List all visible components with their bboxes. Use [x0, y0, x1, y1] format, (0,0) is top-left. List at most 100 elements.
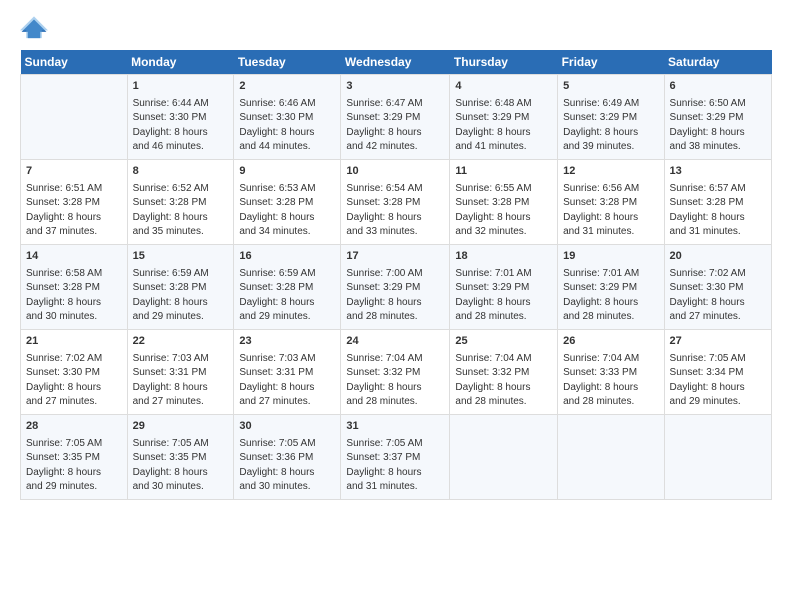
day-info-line: Sunrise: 6:55 AM — [455, 182, 552, 197]
header-sunday: Sunday — [21, 50, 128, 75]
day-info-line: Daylight: 8 hours — [346, 211, 444, 226]
day-number: 29 — [133, 419, 229, 435]
week-row-2: 7Sunrise: 6:51 AMSunset: 3:28 PMDaylight… — [21, 160, 772, 245]
day-number: 5 — [563, 79, 658, 95]
day-info-line: Sunrise: 6:52 AM — [133, 182, 229, 197]
day-info-line: Sunrise: 7:04 AM — [455, 352, 552, 367]
day-info-line: Sunset: 3:30 PM — [239, 111, 335, 126]
day-info-line: and 27 minutes. — [239, 395, 335, 410]
day-info-line: and 29 minutes. — [133, 310, 229, 325]
header-row: SundayMondayTuesdayWednesdayThursdayFrid… — [21, 50, 772, 75]
page-container: SundayMondayTuesdayWednesdayThursdayFrid… — [0, 0, 792, 510]
day-number: 13 — [670, 164, 766, 180]
week-row-1: 1Sunrise: 6:44 AMSunset: 3:30 PMDaylight… — [21, 75, 772, 160]
day-info-line: Sunrise: 6:47 AM — [346, 97, 444, 112]
calendar-cell: 29Sunrise: 7:05 AMSunset: 3:35 PMDayligh… — [127, 415, 234, 500]
calendar-cell: 27Sunrise: 7:05 AMSunset: 3:34 PMDayligh… — [664, 330, 771, 415]
day-info-line: and 31 minutes. — [346, 480, 444, 495]
calendar-cell: 4Sunrise: 6:48 AMSunset: 3:29 PMDaylight… — [450, 75, 558, 160]
calendar-cell: 31Sunrise: 7:05 AMSunset: 3:37 PMDayligh… — [341, 415, 450, 500]
day-info-line: Sunset: 3:35 PM — [133, 451, 229, 466]
calendar-cell: 14Sunrise: 6:58 AMSunset: 3:28 PMDayligh… — [21, 245, 128, 330]
day-info-line: Sunrise: 6:53 AM — [239, 182, 335, 197]
calendar-cell — [558, 415, 664, 500]
day-info-line: Daylight: 8 hours — [455, 126, 552, 141]
day-info-line: Daylight: 8 hours — [26, 466, 122, 481]
day-info-line: Sunrise: 7:01 AM — [455, 267, 552, 282]
day-info-line: Sunrise: 7:03 AM — [239, 352, 335, 367]
calendar-cell: 28Sunrise: 7:05 AMSunset: 3:35 PMDayligh… — [21, 415, 128, 500]
day-info-line: Sunset: 3:29 PM — [563, 111, 658, 126]
day-info-line: and 27 minutes. — [26, 395, 122, 410]
day-info-line: and 28 minutes. — [346, 395, 444, 410]
calendar-cell: 12Sunrise: 6:56 AMSunset: 3:28 PMDayligh… — [558, 160, 664, 245]
calendar-cell: 2Sunrise: 6:46 AMSunset: 3:30 PMDaylight… — [234, 75, 341, 160]
calendar-cell: 15Sunrise: 6:59 AMSunset: 3:28 PMDayligh… — [127, 245, 234, 330]
day-info-line: Sunrise: 6:58 AM — [26, 267, 122, 282]
day-number: 10 — [346, 164, 444, 180]
day-number: 24 — [346, 334, 444, 350]
day-number: 18 — [455, 249, 552, 265]
day-number: 2 — [239, 79, 335, 95]
day-number: 9 — [239, 164, 335, 180]
logo — [20, 16, 52, 40]
day-info-line: Sunset: 3:28 PM — [26, 281, 122, 296]
day-info-line: Sunrise: 7:02 AM — [26, 352, 122, 367]
day-info-line: Sunrise: 6:56 AM — [563, 182, 658, 197]
day-number: 23 — [239, 334, 335, 350]
day-number: 11 — [455, 164, 552, 180]
day-info-line: Sunset: 3:29 PM — [670, 111, 766, 126]
header-tuesday: Tuesday — [234, 50, 341, 75]
calendar-cell: 10Sunrise: 6:54 AMSunset: 3:28 PMDayligh… — [341, 160, 450, 245]
day-info-line: Sunset: 3:30 PM — [670, 281, 766, 296]
day-info-line: Daylight: 8 hours — [455, 211, 552, 226]
calendar-cell: 8Sunrise: 6:52 AMSunset: 3:28 PMDaylight… — [127, 160, 234, 245]
day-info-line: and 28 minutes. — [455, 310, 552, 325]
day-info-line: and 46 minutes. — [133, 140, 229, 155]
day-info-line: Sunset: 3:29 PM — [455, 111, 552, 126]
header — [20, 16, 772, 40]
day-info-line: Sunset: 3:31 PM — [133, 366, 229, 381]
day-info-line: and 35 minutes. — [133, 225, 229, 240]
day-info-line: Sunrise: 6:59 AM — [133, 267, 229, 282]
day-info-line: Daylight: 8 hours — [239, 381, 335, 396]
day-info-line: and 32 minutes. — [455, 225, 552, 240]
day-info-line: Daylight: 8 hours — [455, 381, 552, 396]
day-info-line: and 29 minutes. — [670, 395, 766, 410]
day-info-line: Daylight: 8 hours — [563, 211, 658, 226]
day-info-line: Daylight: 8 hours — [346, 466, 444, 481]
day-info-line: Sunset: 3:31 PM — [239, 366, 335, 381]
day-number: 20 — [670, 249, 766, 265]
day-info-line: Daylight: 8 hours — [455, 296, 552, 311]
day-info-line: Sunset: 3:28 PM — [239, 196, 335, 211]
day-info-line: Sunrise: 6:59 AM — [239, 267, 335, 282]
day-info-line: and 31 minutes. — [670, 225, 766, 240]
day-info-line: Sunrise: 7:05 AM — [346, 437, 444, 452]
week-row-4: 21Sunrise: 7:02 AMSunset: 3:30 PMDayligh… — [21, 330, 772, 415]
day-number: 4 — [455, 79, 552, 95]
day-info-line: Sunrise: 7:04 AM — [346, 352, 444, 367]
day-info-line: Sunrise: 7:05 AM — [133, 437, 229, 452]
header-thursday: Thursday — [450, 50, 558, 75]
day-info-line: Daylight: 8 hours — [563, 381, 658, 396]
header-monday: Monday — [127, 50, 234, 75]
day-info-line: Sunrise: 7:03 AM — [133, 352, 229, 367]
calendar-cell: 19Sunrise: 7:01 AMSunset: 3:29 PMDayligh… — [558, 245, 664, 330]
calendar-cell: 20Sunrise: 7:02 AMSunset: 3:30 PMDayligh… — [664, 245, 771, 330]
calendar-cell: 25Sunrise: 7:04 AMSunset: 3:32 PMDayligh… — [450, 330, 558, 415]
calendar-cell: 16Sunrise: 6:59 AMSunset: 3:28 PMDayligh… — [234, 245, 341, 330]
calendar-cell: 1Sunrise: 6:44 AMSunset: 3:30 PMDaylight… — [127, 75, 234, 160]
day-info-line: Daylight: 8 hours — [133, 126, 229, 141]
day-info-line: Daylight: 8 hours — [26, 211, 122, 226]
calendar-cell: 23 Sunrise: 7:03 AMSunset: 3:31 PMDayligh… — [234, 330, 341, 415]
day-info-line: Daylight: 8 hours — [239, 126, 335, 141]
calendar-cell: 24Sunrise: 7:04 AMSunset: 3:32 PMDayligh… — [341, 330, 450, 415]
day-info-line: Sunrise: 7:05 AM — [26, 437, 122, 452]
day-info-line: Daylight: 8 hours — [26, 381, 122, 396]
day-info-line: Daylight: 8 hours — [346, 126, 444, 141]
day-info-line: Sunset: 3:28 PM — [670, 196, 766, 211]
day-number: 26 — [563, 334, 658, 350]
day-info-line: Sunset: 3:36 PM — [239, 451, 335, 466]
day-info-line: Sunrise: 7:02 AM — [670, 267, 766, 282]
calendar-cell — [450, 415, 558, 500]
